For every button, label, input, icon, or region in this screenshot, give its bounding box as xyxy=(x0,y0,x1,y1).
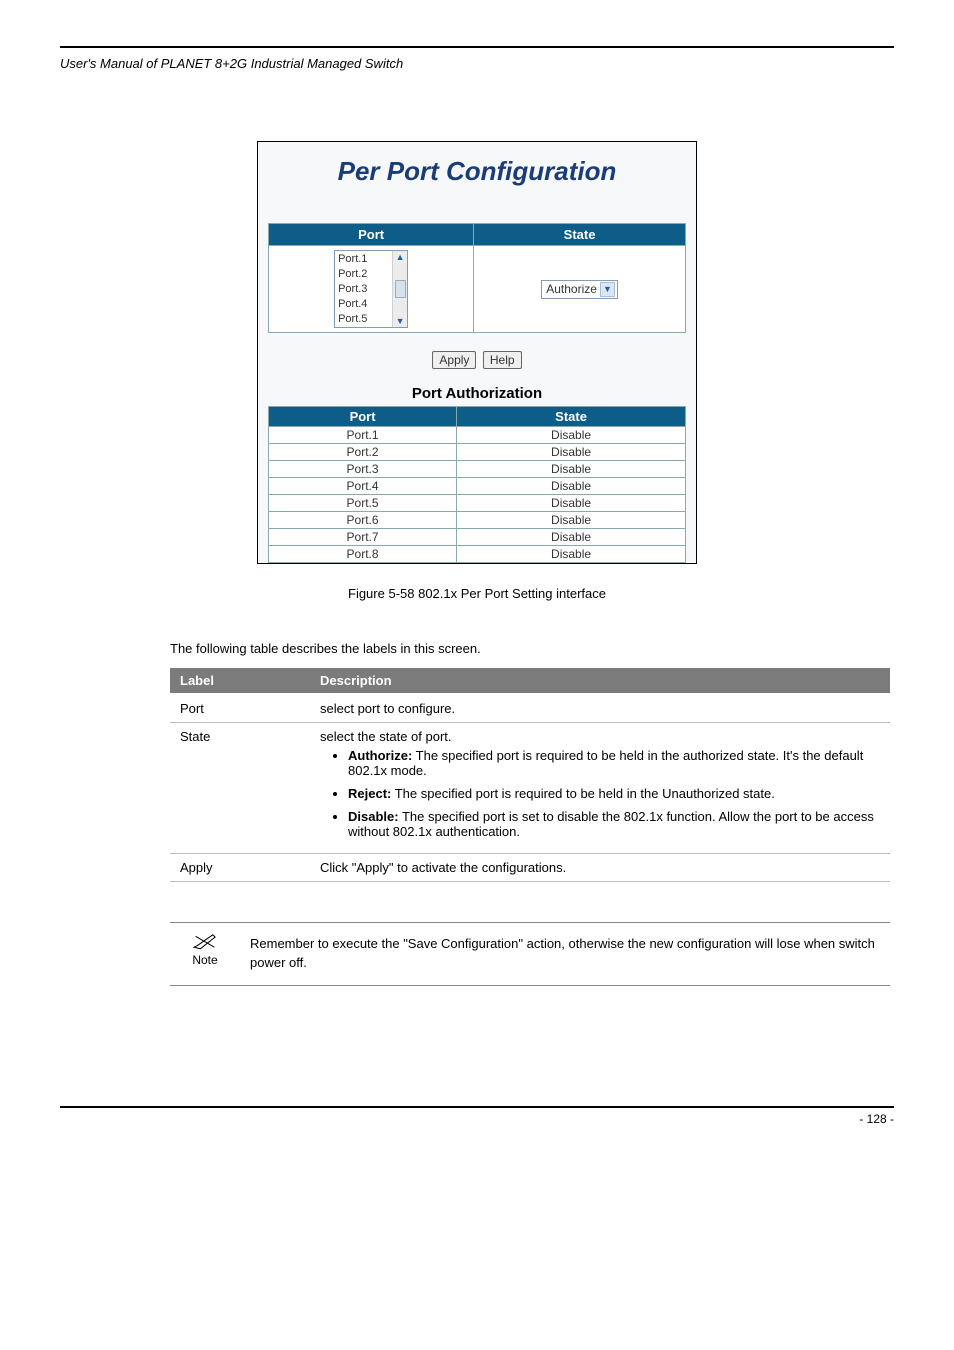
state-select[interactable]: Authorize ▼ xyxy=(541,280,618,299)
description-table: Label Description Port select port to co… xyxy=(170,668,890,882)
note-label: Note xyxy=(192,953,217,967)
port-option[interactable]: Port.4 xyxy=(338,297,389,312)
port-authorization-table: Port State Port.1Disable Port.2Disable P… xyxy=(268,406,686,563)
port-list-scrollbar[interactable]: ▲ ▼ xyxy=(392,251,407,327)
note-text: Remember to execute the "Save Configurat… xyxy=(240,929,890,979)
port-option[interactable]: Port.3 xyxy=(338,282,389,297)
scroll-up-icon[interactable]: ▲ xyxy=(396,252,405,262)
screenshot-panel: Per Port Configuration Port State Port.1… xyxy=(257,141,697,564)
desc-row-state: State select the state of port. Authoriz… xyxy=(170,723,890,854)
table-row: Port.3Disable xyxy=(269,461,686,478)
table-row: Port.5Disable xyxy=(269,495,686,512)
apply-button[interactable]: Apply xyxy=(432,351,476,369)
table-row: Port.6Disable xyxy=(269,512,686,529)
port-option[interactable]: Port.2 xyxy=(338,267,389,282)
scroll-thumb[interactable] xyxy=(395,280,406,298)
table-row: Port.7Disable xyxy=(269,529,686,546)
state-selected-value: Authorize xyxy=(546,282,597,296)
table-row: Port.1Disable xyxy=(269,427,686,444)
port-listbox[interactable]: Port.1 Port.2 Port.3 Port.4 Port.5 ▲ ▼ xyxy=(334,250,408,328)
chevron-down-icon[interactable]: ▼ xyxy=(600,282,615,297)
port-authorization-title: Port Authorization xyxy=(268,375,686,406)
pencil-icon xyxy=(191,931,219,951)
port-option[interactable]: Port.1 xyxy=(338,252,389,267)
footer-page-number: - 128 - xyxy=(859,1112,894,1126)
header-left: User's Manual of PLANET 8+2G Industrial … xyxy=(60,56,403,71)
intro-text: The following table describes the labels… xyxy=(170,641,894,656)
auth-header-state: State xyxy=(457,407,686,427)
desc-row-apply: Apply Click "Apply" to activate the conf… xyxy=(170,854,890,882)
config-table: Port State Port.1 Port.2 Port.3 Port.4 P… xyxy=(268,223,686,333)
note-block: Note Remember to execute the "Save Confi… xyxy=(170,922,890,986)
figure-caption: Figure 5-58 802.1x Per Port Setting inte… xyxy=(60,586,894,601)
table-row: Port.2Disable xyxy=(269,444,686,461)
desc-header-label: Label xyxy=(170,668,310,694)
screenshot-title: Per Port Configuration xyxy=(268,156,686,187)
table-row: Port.8Disable xyxy=(269,546,686,563)
config-header-port: Port xyxy=(269,224,474,246)
port-option[interactable]: Port.5 xyxy=(338,312,389,327)
table-row: Port.4Disable xyxy=(269,478,686,495)
help-button[interactable]: Help xyxy=(483,351,522,369)
config-header-state: State xyxy=(474,224,686,246)
desc-row-port: Port select port to configure. xyxy=(170,694,890,723)
scroll-down-icon[interactable]: ▼ xyxy=(396,316,405,326)
auth-header-port: Port xyxy=(269,407,457,427)
desc-header-description: Description xyxy=(310,668,890,694)
